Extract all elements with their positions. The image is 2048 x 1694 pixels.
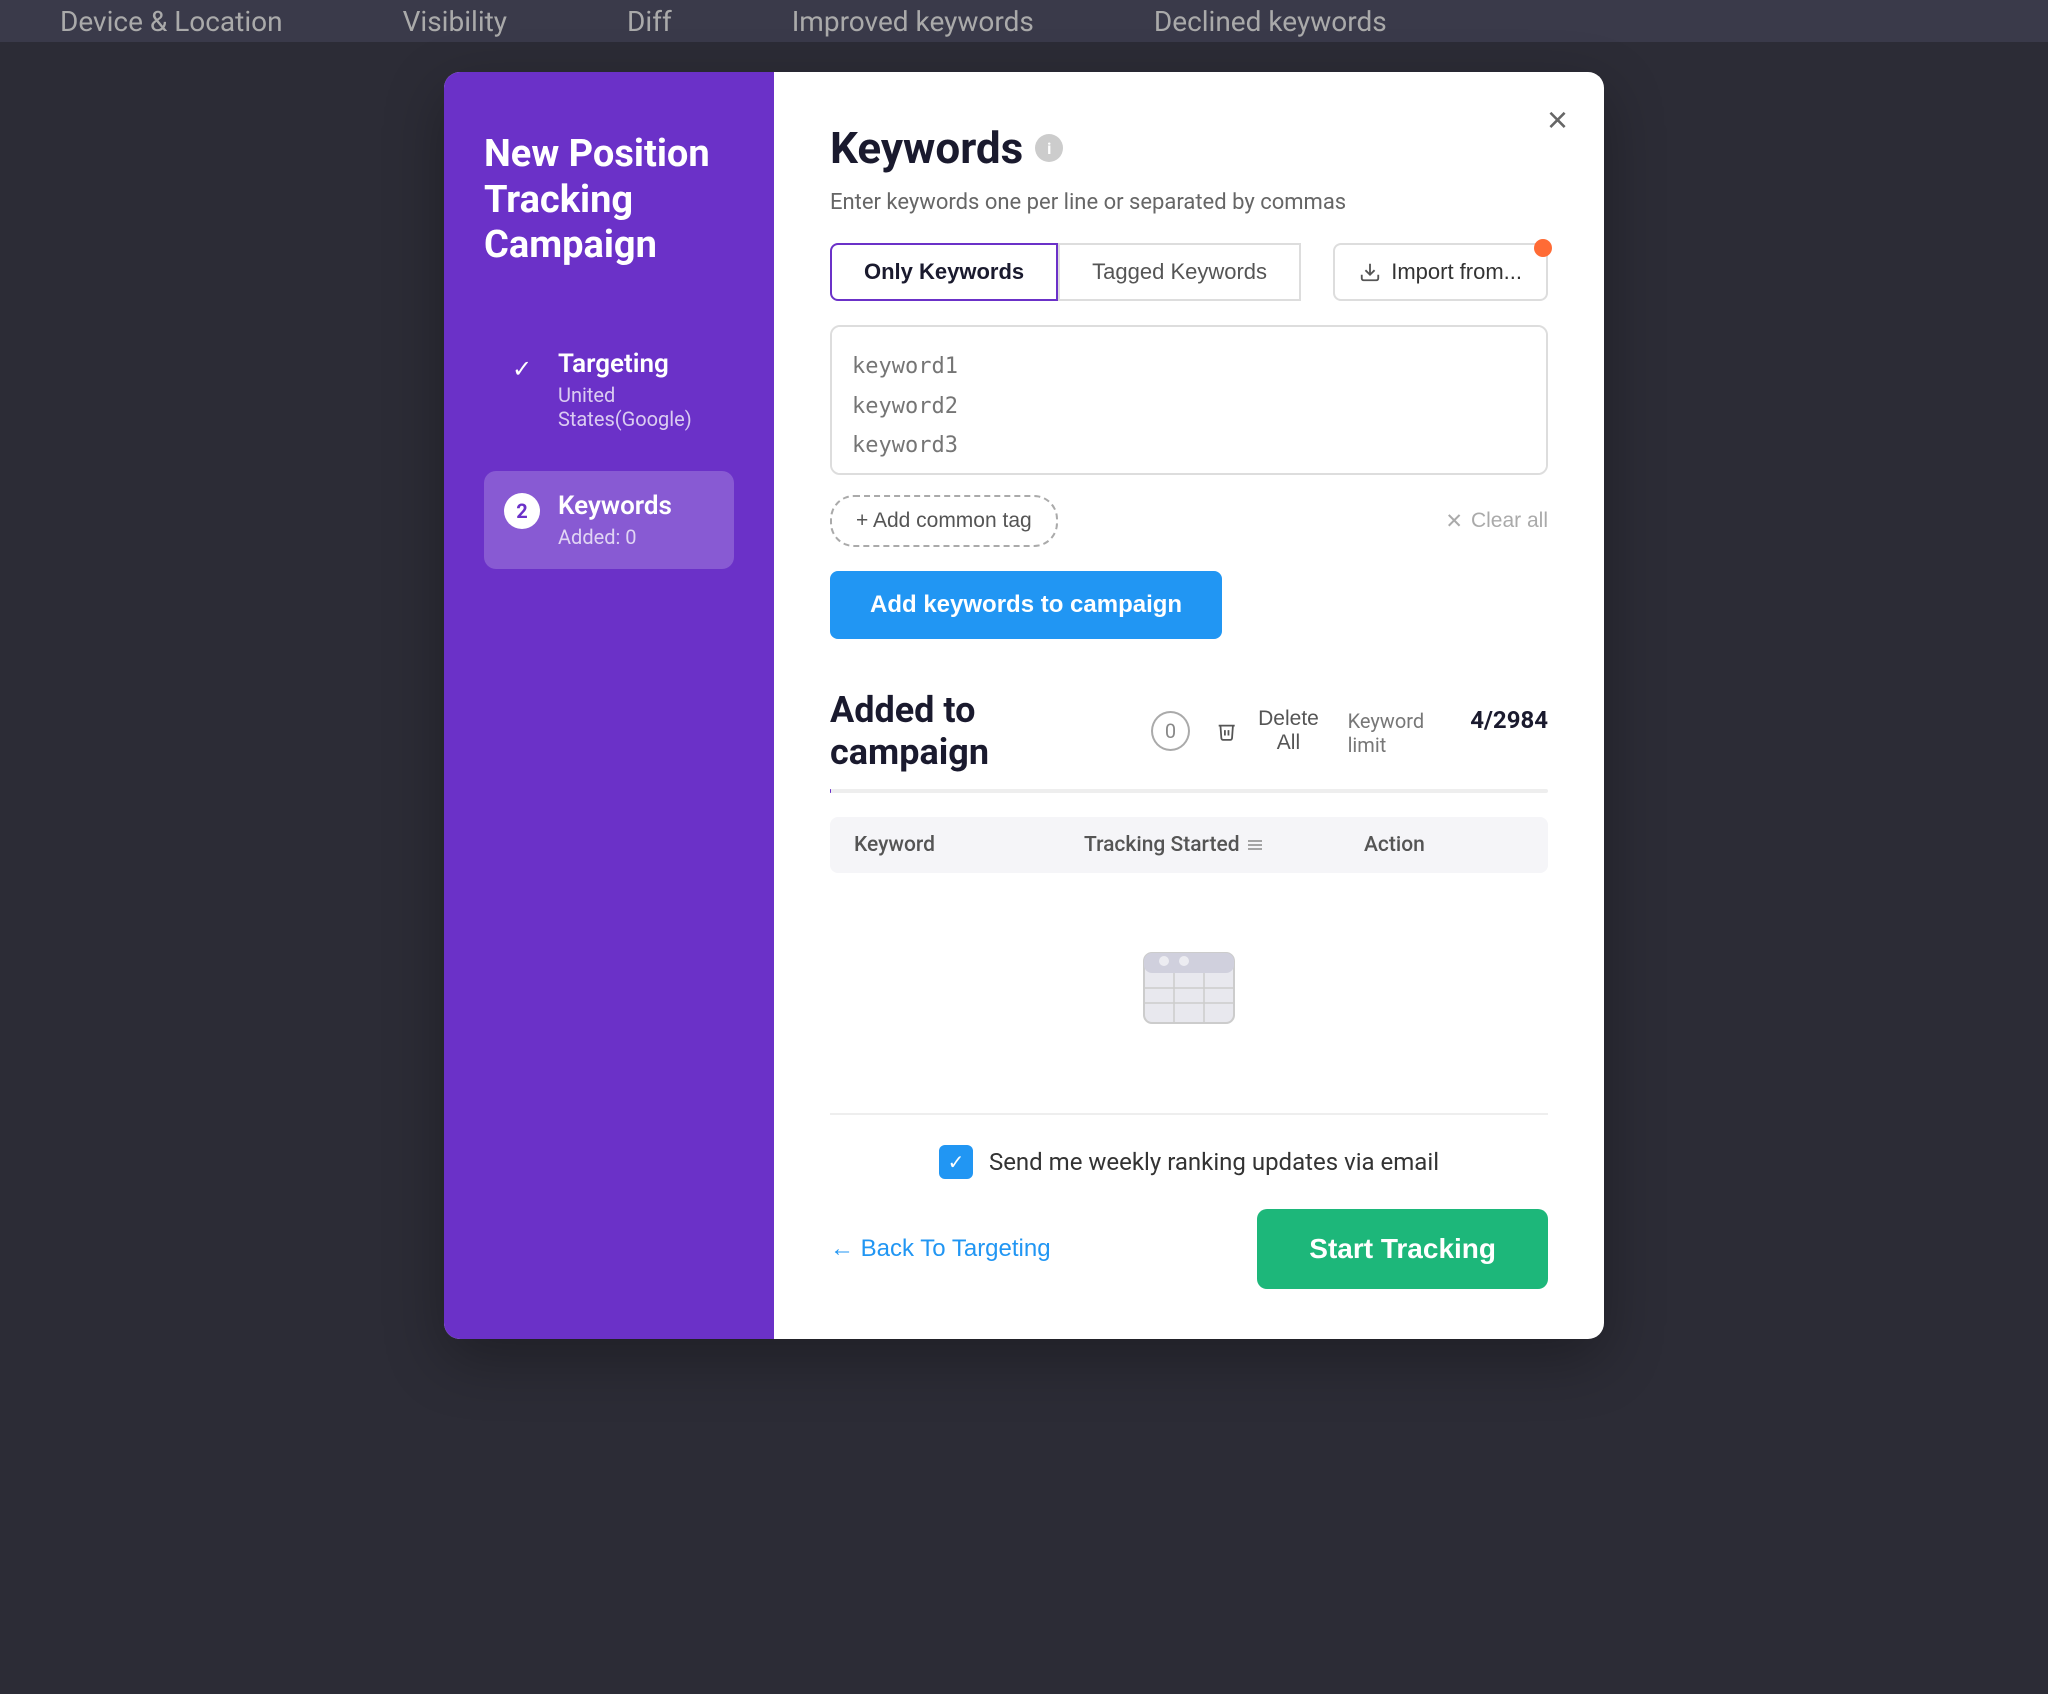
keyword-textarea[interactable] [830, 325, 1548, 475]
email-checkbox[interactable]: ✓ [939, 1145, 973, 1179]
keyword-limit-numbers: 4/2984 [1470, 706, 1548, 734]
empty-state [830, 873, 1548, 1113]
tab-bar: Only Keywords Tagged Keywords Import fro… [830, 243, 1548, 301]
tab-only-keywords[interactable]: Only Keywords [830, 243, 1058, 301]
clear-all-label: Clear all [1471, 509, 1548, 533]
email-label: Send me weekly ranking updates via email [989, 1148, 1439, 1176]
add-keywords-button[interactable]: Add keywords to campaign [830, 571, 1222, 639]
section-subtitle: Enter keywords one per line or separated… [830, 190, 1548, 215]
back-to-targeting-button[interactable]: ← Back To Targeting [830, 1235, 1051, 1263]
keyword-limit: Keyword limit 4/2984 [1348, 706, 1548, 757]
step-info-keywords: Keywords Added: 0 [558, 491, 672, 549]
keyword-limit-bar [830, 789, 1548, 793]
campaign-header: Added to campaign 0 Delete All Keyword l… [830, 689, 1548, 773]
step-sublabel-targeting: United States(Google) [558, 383, 714, 431]
main-content: × Keywords i Enter keywords one per line… [774, 72, 1604, 1339]
import-button[interactable]: Import from... [1333, 243, 1548, 301]
bar-item-visibility: Visibility [403, 5, 507, 38]
campaign-count-badge: 0 [1151, 711, 1190, 751]
campaign-title: Added to campaign [830, 689, 1135, 773]
info-icon[interactable]: i [1035, 134, 1063, 162]
col-header-keyword: Keyword [854, 833, 1084, 857]
modal-overlay: New Position Tracking Campaign ✓ Targeti… [0, 42, 2048, 1694]
keyword-limit-label: Keyword limit [1348, 709, 1463, 757]
keyword-limit-progress [830, 789, 831, 793]
delete-all-button[interactable]: Delete All [1216, 707, 1332, 755]
tab-tagged-keywords[interactable]: Tagged Keywords [1058, 243, 1301, 301]
import-btn-label: Import from... [1391, 259, 1522, 285]
step-label-targeting: Targeting [558, 349, 714, 379]
start-tracking-button[interactable]: Start Tracking [1257, 1209, 1548, 1289]
modal: New Position Tracking Campaign ✓ Targeti… [444, 72, 1604, 1339]
sidebar: New Position Tracking Campaign ✓ Targeti… [444, 72, 774, 1339]
bar-item-diff: Diff [627, 5, 672, 38]
bar-item-declined: Declined keywords [1154, 5, 1387, 38]
bar-item-device: Device & Location [60, 5, 283, 38]
top-bar: Device & Location Visibility Diff Improv… [0, 0, 2048, 42]
import-notification-dot [1534, 239, 1552, 257]
tag-row: + Add common tag ✕ Clear all [830, 495, 1548, 547]
step-sublabel-keywords: Added: 0 [558, 525, 672, 549]
clear-all-button[interactable]: ✕ Clear all [1445, 509, 1548, 534]
keyword-limit-current: 4 [1470, 706, 1484, 734]
section-title: Keywords i [830, 122, 1548, 174]
empty-state-icon [1129, 933, 1249, 1033]
sort-icon [1248, 840, 1262, 850]
step-check-icon: ✓ [504, 351, 540, 387]
step-number-icon: 2 [504, 493, 540, 529]
col-header-action: Action [1364, 833, 1524, 857]
table-header: Keyword Tracking Started Action [830, 817, 1548, 873]
step-info-targeting: Targeting United States(Google) [558, 349, 714, 431]
add-common-tag-button[interactable]: + Add common tag [830, 495, 1058, 547]
bar-item-improved: Improved keywords [792, 5, 1034, 38]
sidebar-step-keywords: 2 Keywords Added: 0 [484, 471, 734, 569]
close-button[interactable]: × [1547, 102, 1568, 138]
email-row: ✓ Send me weekly ranking updates via ema… [830, 1145, 1548, 1179]
step-label-keywords: Keywords [558, 491, 672, 521]
bottom-section: ✓ Send me weekly ranking updates via ema… [830, 1113, 1548, 1289]
col-header-tracking: Tracking Started [1084, 833, 1364, 857]
sidebar-step-targeting: ✓ Targeting United States(Google) [484, 329, 734, 451]
keyword-limit-total: 2984 [1493, 706, 1548, 734]
clear-all-x-icon: ✕ [1445, 509, 1463, 534]
sidebar-title: New Position Tracking Campaign [484, 132, 734, 269]
campaign-section: Added to campaign 0 Delete All Keyword l… [830, 689, 1548, 1113]
bottom-actions: ← Back To Targeting Start Tracking [830, 1209, 1548, 1289]
section-title-text: Keywords [830, 122, 1023, 174]
delete-all-label: Delete All [1245, 707, 1331, 755]
